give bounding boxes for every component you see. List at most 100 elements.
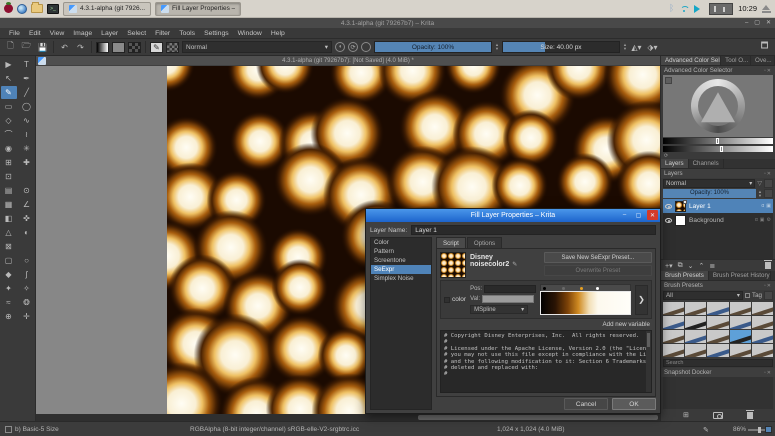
value-strip-2[interactable] [663,146,773,152]
save-new-preset-button[interactable]: Save New SeExpr Preset... [544,252,652,263]
menu-file[interactable]: File [5,30,24,37]
layer-filter-button[interactable] [764,179,773,188]
delete-snapshot-button[interactable] [747,412,753,419]
rectangle-tool-icon[interactable]: ▭ [1,100,17,113]
brush-preset-cell[interactable] [707,302,728,315]
ramp-gradient[interactable] [540,291,631,315]
brush-preset-checkbox-icon[interactable] [5,426,12,433]
close-icon[interactable]: ✕ [766,18,771,28]
color-ramp[interactable] [540,284,631,315]
brush-search-input[interactable]: Search [663,359,773,367]
freehand-brush-tool-icon[interactable]: ✎ [1,86,17,99]
zoom-slider[interactable] [748,429,766,431]
transform-select-tool-icon[interactable]: ▶ [1,58,17,71]
raspberry-menu-icon[interactable] [4,4,13,13]
brush-preset-cell[interactable] [730,302,751,315]
menu-layer[interactable]: Layer [97,30,122,37]
eject-icon[interactable] [762,5,771,13]
save-icon[interactable]: 💾 [36,41,49,54]
dynamic-brush-tool-icon[interactable]: ◉ [1,142,17,155]
val-input[interactable] [482,295,534,303]
bezier-curve-tool-icon[interactable]: ⌒ [1,128,17,141]
add-snapshot-button[interactable]: ⊞ [683,411,689,419]
brush-preset-cell[interactable] [663,344,684,357]
generator-screentone[interactable]: Screentone [371,256,431,265]
tab-brush-preset-history[interactable]: Brush Preset History [709,271,771,280]
fill-tool-icon[interactable]: ◧ [1,212,17,225]
blend-mode-dropdown[interactable]: Normal▾ [182,41,332,53]
terminal-icon[interactable]: >_ [47,4,59,14]
camera-icon[interactable] [713,412,723,419]
choose-workspace-icon[interactable]: 🗖 [758,41,771,54]
canvas-horizontal-scrollbar[interactable] [36,414,660,421]
contiguous-select-tool-icon[interactable]: ✦ [1,282,17,295]
ramp-marker-dot[interactable] [543,287,546,290]
text-tool-icon[interactable]: T [19,58,35,71]
opacity-slider[interactable]: Opacity: 100% [374,41,492,53]
brush-preset-button[interactable] [166,42,179,53]
polygon-select-tool-icon[interactable]: ◆ [1,268,17,281]
gradient-chooser[interactable] [96,42,109,53]
brush-preset-cell[interactable] [730,316,751,329]
file-manager-icon[interactable] [31,4,43,13]
float-close-icons[interactable]: ▫✕ [764,68,772,74]
tab-brush-presets[interactable]: Brush Presets [661,271,709,280]
brush-preset-cell[interactable] [707,316,728,329]
reload-preset-icon[interactable]: ⟳ [348,42,358,52]
freehand-path-tool-icon[interactable]: ≀ [19,128,35,141]
multibrush-tool-icon[interactable]: ✳ [19,142,35,155]
ramp-marker-dot[interactable] [580,287,583,290]
pattern-edit-tool-icon[interactable]: ▦ [1,198,17,211]
pos-input[interactable] [484,285,536,293]
brush-preset-cell[interactable] [685,316,706,329]
brush-preset-cell[interactable] [663,330,684,343]
visibility-eye-icon[interactable] [665,218,672,223]
brush-preset-cell[interactable] [752,302,773,315]
menu-help[interactable]: Help [267,30,289,37]
similar-select-tool-icon[interactable]: ✧ [19,282,35,295]
maximize-icon[interactable]: ▢ [754,18,760,28]
preserve-alpha-icon[interactable] [361,42,371,52]
layer-properties-button[interactable]: ≣ [709,262,715,270]
layer-opacity-slider[interactable]: Opacity: 100% [663,189,756,198]
assistants-tool-icon[interactable]: △ [1,226,17,239]
cancel-button[interactable]: Cancel [564,398,608,410]
reference-images-tool-icon[interactable]: ⊠ [1,240,17,253]
tab-overview[interactable]: Ove... [751,56,775,65]
filter-icon[interactable]: ▽ [757,180,762,187]
ellipse-select-tool-icon[interactable]: ○ [19,254,35,267]
brush-preset-cell[interactable] [707,344,728,357]
add-new-variable-link[interactable]: Add new variable [440,321,652,328]
menu-filter[interactable]: Filter [151,30,174,37]
interpolation-dropdown[interactable]: MSpline▾ [470,305,528,314]
generator-pattern[interactable]: Pattern [371,247,431,256]
tag-checkbox[interactable] [745,293,750,298]
move-layer-down-button[interactable]: ⌄ [688,262,694,270]
dialog-maximize-icon[interactable]: ▢ [633,210,644,220]
dialog-titlebar[interactable]: Fill Layer Properties – Krita – ▢ ✕ [366,209,660,222]
smart-patch-tool-icon[interactable]: ✜ [19,212,35,225]
layer-options-button[interactable] [764,189,773,198]
generator-simplex-noise[interactable]: Simplex Noise [371,274,431,283]
cpu-monitor-widget[interactable] [709,3,733,15]
generator-seexpr[interactable]: SeExpr [371,265,431,274]
layer-opacity-spinner[interactable]: ▲▼ [758,190,762,198]
color-sampler-tool-icon[interactable]: ⊙ [19,184,35,197]
brush-preset-cell[interactable] [752,330,773,343]
ellipse-tool-icon[interactable]: ◯ [19,100,35,113]
gear-icon[interactable]: ⚙ [767,217,771,223]
taskbar-window-krita[interactable]: 4.3.1-alpha (git 7926... [63,2,151,16]
brush-preset-cell[interactable] [685,302,706,315]
lock-icon[interactable]: ▣ [766,203,771,209]
alpha-lock-icon[interactable]: α [755,217,758,223]
subwindow-titlebar[interactable]: 4.3.1-alpha (git 79267b7): [Not Saved] (… [36,56,660,66]
brush-preset-cell[interactable] [730,344,751,357]
open-document-icon[interactable]: 🗁 [20,41,33,54]
calligraphy-tool-icon[interactable]: ✒ [19,72,35,85]
brush-preset-cell[interactable] [663,302,684,315]
redo-icon[interactable]: ↷ [74,41,87,54]
taskbar-window-fill-layer[interactable]: Fill Layer Properties – [155,2,241,16]
edit-pencil-icon[interactable]: ✎ [512,262,517,268]
brush-preset-cell[interactable] [730,330,751,343]
line-tool-icon[interactable]: ╱ [19,86,35,99]
